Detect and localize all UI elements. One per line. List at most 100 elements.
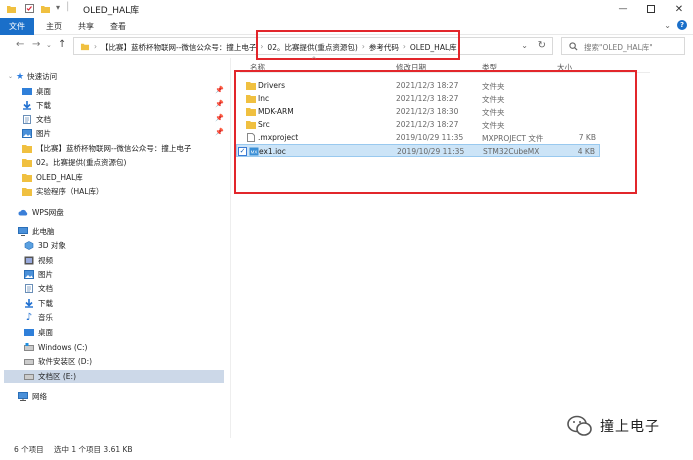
watermark: 撞上电子: [566, 414, 660, 438]
status-selection: 选中 1 个项目 3.61 KB: [54, 445, 133, 454]
picture-icon: [22, 129, 32, 138]
pane-divider[interactable]: [230, 58, 231, 438]
maximize-button[interactable]: [637, 0, 665, 18]
highlight-box-address: [256, 30, 460, 60]
video-icon: [24, 256, 34, 265]
star-icon: ★: [16, 71, 25, 82]
desktop-icon: [22, 88, 32, 95]
tab-view[interactable]: 查看: [110, 18, 126, 35]
nav-drive-d[interactable]: 软件安装区 (D:): [24, 355, 92, 368]
nav-label: 下载: [36, 101, 51, 110]
nav-label: Windows (C:): [38, 343, 88, 352]
folder-icon[interactable]: [6, 3, 17, 14]
forward-icon[interactable]: →: [32, 39, 40, 50]
nav-drive-c[interactable]: Windows (C:): [24, 341, 87, 354]
nav-pinned-downloads[interactable]: 下载: [22, 99, 51, 112]
nav-recent-folder[interactable]: 02。比赛提供(重点资源包): [22, 156, 126, 169]
tab-home[interactable]: 主页: [46, 18, 62, 35]
search-input[interactable]: 搜索"OLED_HAL库": [561, 37, 685, 55]
maximize-icon: [647, 5, 655, 13]
nav-label: 网络: [32, 392, 47, 401]
nav-music[interactable]: ♪ 音乐: [24, 311, 53, 324]
music-icon: ♪: [25, 312, 33, 323]
nav-label: 快速访问: [27, 72, 58, 81]
nav-label: 文档: [36, 115, 51, 124]
title-bar: ▾ | OLED_HAL库 — ✕: [0, 0, 693, 18]
computer-icon: [18, 227, 28, 236]
up-icon[interactable]: ↑: [58, 39, 66, 50]
nav-this-pc[interactable]: 此电脑: [18, 225, 55, 238]
wechat-logo-icon: [567, 415, 592, 436]
folder-icon: [22, 174, 32, 182]
close-icon: ✕: [674, 3, 684, 15]
cloud-icon: [18, 209, 28, 216]
nav-downloads[interactable]: 下载: [24, 297, 53, 310]
nav-label: 3D 对象: [38, 241, 66, 250]
windows-drive-icon: [24, 343, 34, 351]
nav-label: 图片: [38, 270, 53, 279]
network-icon: [18, 392, 28, 401]
folder-icon: [22, 188, 32, 196]
nav-label: 桌面: [38, 328, 53, 337]
nav-network[interactable]: 网络: [18, 390, 47, 403]
search-icon: [569, 42, 578, 51]
qa-dropdown-icon[interactable]: ▾: [56, 3, 60, 12]
status-count: 6 个项目: [14, 445, 44, 454]
status-bar: 6 个项目 选中 1 个项目 3.61 KB: [0, 438, 693, 460]
nav-label: 文档: [38, 284, 53, 293]
crumb-separator: ›: [94, 42, 97, 51]
nav-recent-folder[interactable]: OLED_HAL库: [22, 171, 83, 184]
watermark-text: 撞上电子: [600, 419, 660, 435]
drive-icon: [24, 374, 34, 380]
pin-icon[interactable]: 📌: [215, 114, 224, 122]
nav-label: 音乐: [38, 313, 53, 322]
properties-icon[interactable]: [24, 3, 35, 14]
recent-dropdown-icon[interactable]: ⌄: [46, 41, 52, 49]
nav-videos[interactable]: 视频: [24, 254, 53, 267]
search-placeholder: 搜索"OLED_HAL库": [584, 43, 653, 52]
nav-recent-folder[interactable]: 【比赛】蓝桥杯物联网--微信公众号：撞上电子: [22, 142, 191, 155]
new-folder-icon[interactable]: [40, 3, 51, 14]
pin-icon[interactable]: 📌: [215, 100, 224, 108]
nav-drive-e[interactable]: 文档区 (E:): [4, 370, 224, 383]
ribbon-expand-icon[interactable]: ⌄: [664, 21, 671, 30]
close-button[interactable]: ✕: [665, 0, 693, 18]
nav-pinned-desktop[interactable]: 桌面: [22, 85, 51, 98]
nav-pinned-documents[interactable]: 文档: [22, 113, 51, 126]
pin-icon[interactable]: 📌: [215, 128, 224, 136]
folder-icon: [80, 43, 90, 51]
nav-pictures[interactable]: 图片: [24, 268, 53, 281]
nav-label: WPS网盘: [32, 208, 64, 217]
breadcrumb-item[interactable]: 【比赛】蓝桥杯物联网--微信公众号：撞上电子: [101, 42, 256, 53]
nav-quick-access[interactable]: ⌄ ★ 快速访问: [8, 70, 57, 83]
download-icon: [23, 101, 31, 110]
nav-label: 【比赛】蓝桥杯物联网--微信公众号：撞上电子: [36, 144, 192, 153]
address-dropdown-icon[interactable]: ⌄: [521, 41, 528, 50]
minimize-button[interactable]: —: [609, 0, 637, 18]
document-icon: [23, 115, 31, 124]
highlight-box-files: [234, 70, 637, 194]
nav-documents[interactable]: 文档: [24, 282, 53, 295]
title-divider: |: [66, 1, 70, 12]
chevron-down-icon: ⌄: [8, 73, 14, 80]
help-icon[interactable]: ?: [677, 20, 687, 30]
refresh-icon[interactable]: ↻: [538, 40, 546, 51]
nav-label: 桌面: [36, 87, 51, 96]
desktop-icon: [24, 329, 34, 336]
nav-label: 实验程序（HAL库）: [36, 187, 104, 196]
window-title: OLED_HAL库: [83, 6, 140, 16]
nav-wps-cloud[interactable]: WPS网盘: [18, 206, 64, 219]
back-icon[interactable]: ←: [16, 39, 24, 50]
nav-recent-folder[interactable]: 实验程序（HAL库）: [22, 185, 103, 198]
tab-share[interactable]: 共享: [78, 18, 94, 35]
picture-icon: [24, 270, 34, 279]
navigation-pane: ⌄ ★ 快速访问 桌面 📌 下载 📌 文档 📌 图片 📌 【比赛】蓝桥杯物联网-…: [0, 68, 228, 438]
folder-icon: [22, 159, 32, 167]
nav-pinned-pictures[interactable]: 图片: [22, 127, 51, 140]
drive-icon: [24, 359, 34, 365]
nav-desktop[interactable]: 桌面: [24, 326, 53, 339]
pin-icon[interactable]: 📌: [215, 86, 224, 94]
nav-label: 此电脑: [32, 227, 55, 236]
tab-file[interactable]: 文件: [0, 18, 34, 35]
nav-3d-objects[interactable]: 3D 对象: [24, 239, 66, 252]
